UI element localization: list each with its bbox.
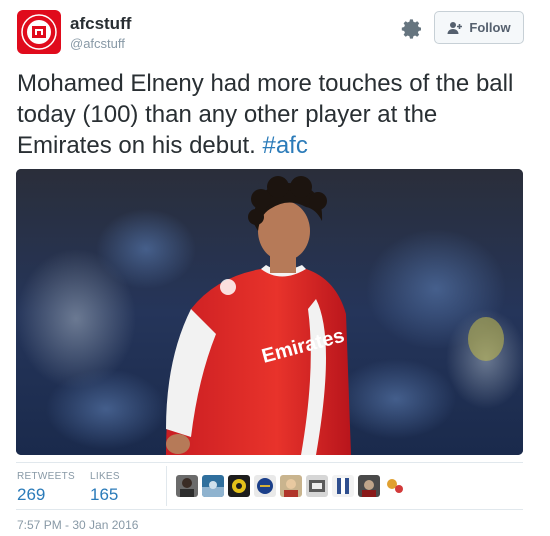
follow-label: Follow — [469, 20, 511, 35]
liker-avatar[interactable] — [306, 475, 328, 497]
tweet-text: Mohamed Elneny had more touches of the b… — [17, 68, 532, 161]
retweets-label: RETWEETS — [17, 471, 75, 482]
tweet-timestamp[interactable]: 7:57 PM - 30 Jan 2016 — [17, 518, 138, 532]
liker-avatar[interactable] — [176, 475, 198, 497]
user-display-name[interactable]: afcstuff — [70, 14, 131, 34]
user-avatar[interactable] — [17, 10, 61, 54]
hashtag-link[interactable]: #afc — [262, 132, 307, 159]
stats-divider-bottom — [16, 509, 523, 510]
add-user-icon — [447, 21, 463, 34]
likers-avatar-list — [176, 475, 406, 497]
tweet-card: afcstuff @afcstuff Follow Mohamed Elneny… — [0, 0, 550, 536]
user-handle[interactable]: @afcstuff — [70, 36, 125, 51]
likes-count: 165 — [90, 485, 119, 504]
follow-button[interactable]: Follow — [434, 11, 524, 44]
liker-avatar[interactable] — [280, 475, 302, 497]
likes-stat[interactable]: LIKES 165 — [90, 471, 120, 505]
likes-label: LIKES — [90, 471, 120, 482]
liker-avatar[interactable] — [332, 475, 354, 497]
player-photo-image: Emirates — [16, 169, 523, 455]
afc-logo-icon — [21, 14, 57, 50]
liker-avatar[interactable] — [254, 475, 276, 497]
liker-avatar[interactable] — [228, 475, 250, 497]
retweets-count: 269 — [17, 485, 46, 504]
liker-avatar[interactable] — [358, 475, 380, 497]
tweet-photo[interactable]: Emirates — [16, 169, 523, 455]
stats-vertical-divider — [166, 466, 167, 506]
gear-icon[interactable] — [400, 17, 424, 41]
retweets-stat[interactable]: RETWEETS 269 — [17, 471, 75, 505]
liker-avatar[interactable] — [384, 475, 406, 497]
stats-divider-top — [16, 462, 523, 463]
liker-avatar[interactable] — [202, 475, 224, 497]
